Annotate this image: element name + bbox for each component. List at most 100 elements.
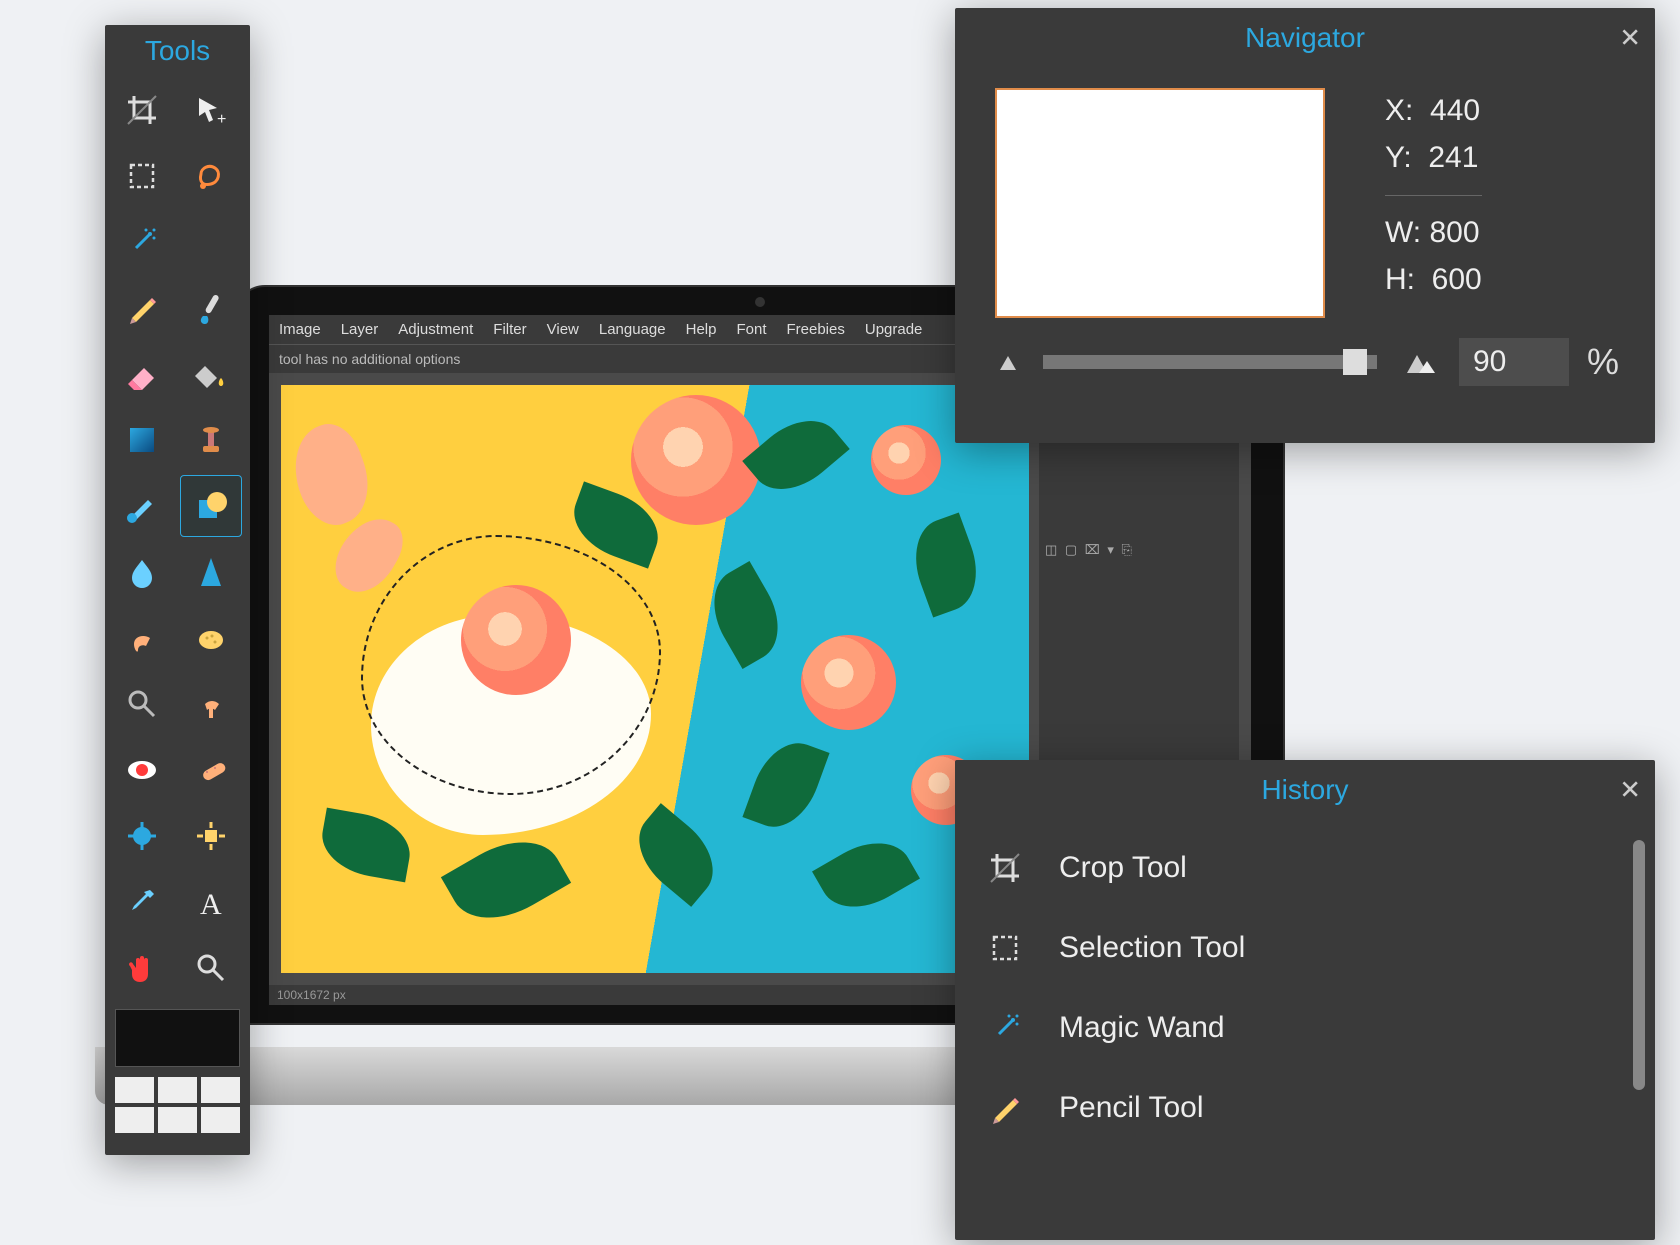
coord-h-label: H: — [1385, 263, 1415, 296]
coord-x-value: 440 — [1430, 94, 1480, 127]
tool-pinch[interactable] — [180, 805, 242, 867]
navigator-readout: X: 440 Y: 241 W: 800 H: 600 — [1385, 88, 1482, 303]
history-scrollbar[interactable] — [1633, 840, 1645, 1090]
hand-icon — [122, 948, 162, 988]
tool-crop[interactable] — [111, 79, 173, 141]
tool-heal[interactable] — [180, 739, 242, 801]
coord-y-value: 241 — [1428, 141, 1478, 174]
menu-font[interactable]: Font — [736, 321, 766, 338]
tool-sharpen[interactable] — [180, 541, 242, 603]
tool-shape[interactable] — [180, 475, 242, 537]
close-icon[interactable]: ✕ — [1619, 23, 1641, 54]
tool-zoom[interactable] — [180, 937, 242, 999]
tool-red-eye[interactable] — [111, 739, 173, 801]
rose — [801, 635, 896, 730]
svg-text:+: + — [217, 111, 226, 128]
leaf — [812, 827, 920, 924]
brush-icon — [191, 288, 231, 328]
marquee-icon — [122, 156, 162, 196]
coord-x-label: X: — [1385, 94, 1413, 127]
canvas[interactable] — [281, 385, 1029, 973]
pencil-icon — [985, 1088, 1025, 1128]
pinch-icon — [191, 816, 231, 856]
history-item-magic-wand[interactable]: Magic Wand — [975, 988, 1635, 1068]
red-eye-icon — [122, 750, 162, 790]
rose — [461, 585, 571, 695]
tool-magic-wand[interactable] — [111, 211, 173, 273]
gradient-icon — [122, 420, 162, 460]
text-icon: A — [191, 882, 231, 922]
crop-icon — [122, 90, 162, 130]
dodge-icon — [122, 684, 162, 724]
zoom-value-input[interactable]: 90 — [1459, 338, 1569, 386]
tool-marquee[interactable] — [111, 145, 173, 207]
menu-filter[interactable]: Filter — [493, 321, 526, 338]
menu-language[interactable]: Language — [599, 321, 666, 338]
magic-wand-icon — [122, 222, 162, 262]
tool-hand[interactable] — [111, 937, 173, 999]
petal — [281, 416, 381, 534]
history-item-pencil[interactable]: Pencil Tool — [975, 1068, 1635, 1148]
clone-stamp-icon — [191, 420, 231, 460]
marquee-icon — [985, 928, 1025, 968]
tool-color-replace[interactable] — [111, 475, 173, 537]
shape-icon — [191, 486, 231, 526]
layer-operations[interactable]: ◫ ▢ ⌧ ▾ ⎘ — [1039, 536, 1239, 564]
tools-panel: Tools + A — [105, 25, 250, 1155]
menu-layer[interactable]: Layer — [341, 321, 379, 338]
color-replace-icon — [122, 486, 162, 526]
tool-brush[interactable] — [180, 277, 242, 339]
history-item-label: Pencil Tool — [1059, 1091, 1204, 1125]
zoom-slider-handle[interactable] — [1343, 349, 1367, 375]
tool-lasso[interactable] — [180, 145, 242, 207]
tool-pencil[interactable] — [111, 277, 173, 339]
tool-clone-stamp[interactable] — [180, 409, 242, 471]
close-icon[interactable]: ✕ — [1619, 775, 1641, 806]
move-icon: + — [191, 90, 231, 130]
menu-view[interactable]: View — [547, 321, 579, 338]
tool-bloat[interactable] — [111, 805, 173, 867]
menu-freebies[interactable]: Freebies — [787, 321, 845, 338]
tool-sponge[interactable] — [180, 607, 242, 669]
zoom-icon — [191, 948, 231, 988]
tool-eraser[interactable] — [111, 343, 173, 405]
heal-icon — [191, 750, 231, 790]
tool-burn[interactable] — [180, 673, 242, 735]
leaf — [742, 732, 829, 837]
tool-dodge[interactable] — [111, 673, 173, 735]
tool-smudge[interactable] — [111, 607, 173, 669]
menu-image[interactable]: Image — [279, 321, 321, 338]
burn-icon — [191, 684, 231, 724]
tools-panel-title: Tools — [105, 25, 250, 75]
laptop-camera — [755, 297, 765, 307]
tool-text[interactable]: A — [180, 871, 242, 933]
history-item-crop[interactable]: Crop Tool — [975, 828, 1635, 908]
blur-icon — [122, 552, 162, 592]
bloat-icon — [122, 816, 162, 856]
menu-adjustment[interactable]: Adjustment — [398, 321, 473, 338]
coord-y-label: Y: — [1385, 141, 1412, 174]
tool-paint-bucket[interactable] — [180, 343, 242, 405]
leaf — [698, 561, 795, 669]
navigator-title: Navigator — [1245, 22, 1365, 53]
navigator-thumbnail[interactable] — [995, 88, 1325, 318]
menu-upgrade[interactable]: Upgrade — [865, 321, 923, 338]
history-item-marquee[interactable]: Selection Tool — [975, 908, 1635, 988]
preset-swatches[interactable] — [115, 1077, 240, 1133]
leaf — [902, 512, 989, 617]
paint-bucket-icon — [191, 354, 231, 394]
leaf — [742, 403, 850, 507]
tool-gradient[interactable] — [111, 409, 173, 471]
lasso-icon — [191, 156, 231, 196]
zoom-in-icon[interactable] — [1395, 347, 1441, 377]
coord-w-value: 800 — [1429, 216, 1479, 249]
tool-blur[interactable] — [111, 541, 173, 603]
leaf — [441, 822, 571, 938]
history-panel: History ✕ Crop Tool Selection Tool Magic… — [955, 760, 1655, 1240]
tool-eyedropper[interactable] — [111, 871, 173, 933]
tool-move[interactable]: + — [180, 79, 242, 141]
color-swatch[interactable] — [115, 1009, 240, 1067]
menu-help[interactable]: Help — [686, 321, 717, 338]
zoom-slider[interactable] — [1043, 355, 1377, 369]
zoom-out-icon[interactable] — [991, 350, 1025, 374]
